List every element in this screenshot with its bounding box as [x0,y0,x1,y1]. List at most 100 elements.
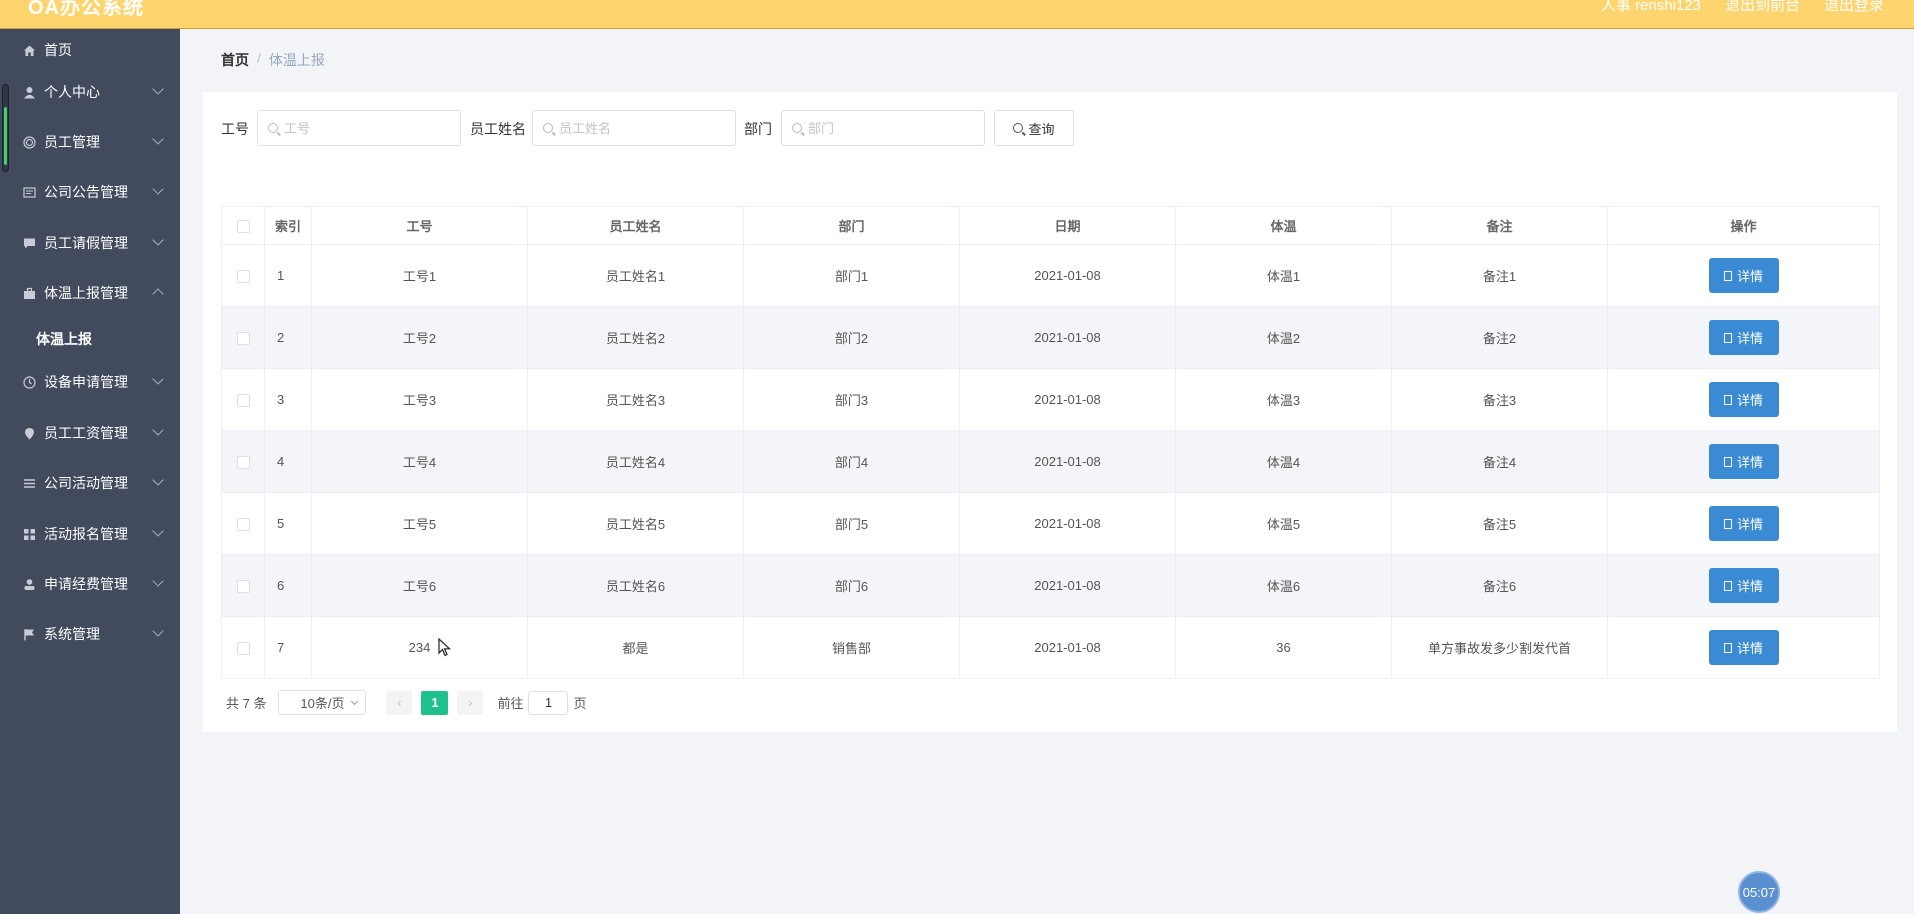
chevron-down-icon [152,525,164,537]
cell-temperature: 体温3 [1175,368,1392,431]
detail-button[interactable]: 详情 [1708,506,1779,541]
search-icon [543,123,553,133]
detail-button-label: 详情 [1736,393,1763,408]
cell-dept: 部门5 [743,492,960,555]
sidebar-item-label: 系统管理 [44,626,100,642]
table-header-row: 索引 工号 员工姓名 部门 日期 体温 备注 操作 [221,206,1880,245]
cell-dept: 部门4 [743,430,960,493]
cell-index: 2 [264,306,312,369]
current-user-text: 人事 renshi123 [1600,0,1701,14]
sidebar-item-temperature-mgmt[interactable]: 体温上报管理 [0,272,180,314]
pagination: 共 7 条 10条/页 ‹ 1 › 前往 页 [226,690,587,715]
chevron-down-icon [152,575,164,587]
cell-note: 备注3 [1391,368,1608,431]
home-icon [22,43,36,57]
select-all-checkbox[interactable] [236,220,250,234]
goto-label: 前往 [497,696,524,711]
detail-button-label: 详情 [1736,455,1763,470]
cell-note: 单方事故发多少割发代首 [1391,616,1608,679]
cell-index: 4 [264,430,312,493]
query-button[interactable]: 查询 [994,110,1074,146]
search-input-name[interactable] [559,120,709,136]
sidebar-item-system[interactable]: 系统管理 [0,613,180,655]
sidebar-item-equipment[interactable]: 设备申请管理 [0,361,180,403]
search-input-dept-wrapper[interactable] [781,110,985,146]
cell-dept: 部门3 [743,368,960,431]
cell-name: 员工姓名4 [527,430,744,493]
chat-icon [22,236,36,250]
sidebar-item-announcement[interactable]: 公司公告管理 [0,171,180,213]
sidebar-item-leave[interactable]: 员工请假管理 [0,222,180,264]
top-header: OA办公系统 人事 renshi123 退出到前台 退出登录 [0,0,1914,29]
breadcrumb-home[interactable]: 首页 [221,50,249,70]
search-input-id[interactable] [284,120,434,136]
detail-button-label: 详情 [1736,331,1763,346]
cell-dept: 部门6 [743,554,960,617]
detail-button[interactable]: 详情 [1708,568,1779,603]
cell-id: 工号6 [311,554,528,617]
clock-icon [22,375,36,389]
select-all-cell[interactable] [221,206,265,245]
sidebar-item-activity-signup[interactable]: 活动报名管理 [0,513,180,555]
chevron-down-icon [152,183,164,195]
back-to-frontend-link[interactable]: 退出到前台 [1725,0,1800,15]
sidebar-item-label: 活动报名管理 [44,526,128,542]
cell-dept: 部门1 [743,244,960,307]
cell-date: 2021-01-08 [959,244,1176,307]
cell-temperature: 体温6 [1175,554,1392,617]
sidebar-item-label: 公司活动管理 [44,475,128,491]
logout-link[interactable]: 退出登录 [1824,0,1884,15]
cell-temperature: 体温2 [1175,306,1392,369]
sidebar-item-personal-center[interactable]: 个人中心 [0,71,180,113]
row-checkbox[interactable] [236,580,250,594]
sidebar-item-activity[interactable]: 公司活动管理 [0,462,180,504]
goto-page-input[interactable] [528,690,569,715]
detail-button[interactable]: 详情 [1708,444,1779,479]
temperature-table: 索引 工号 员工姓名 部门 日期 体温 备注 操作 1 工号1 员工姓名1 部门… [221,206,1880,679]
search-icon [1013,123,1024,133]
sidebar-item-salary[interactable]: 员工工资管理 [0,412,180,454]
cell-id: 工号1 [311,244,528,307]
briefcase-icon [22,286,36,300]
row-checkbox[interactable] [236,456,250,470]
sidebar-subitem-temperature-report[interactable]: 体温上报 [0,318,180,360]
cell-date: 2021-01-08 [959,368,1176,431]
chevron-down-icon [152,625,164,637]
cell-name: 员工姓名6 [527,554,744,617]
sidebar-item-label: 员工管理 [44,134,100,150]
cell-temperature: 体温4 [1175,430,1392,493]
breadcrumb: 首页 / 体温上报 [221,50,325,70]
search-input-dept[interactable] [808,120,958,136]
document-icon [1723,518,1732,529]
detail-button-label: 详情 [1736,641,1763,656]
document-icon [1723,270,1732,281]
table-row: 3 工号3 员工姓名3 部门3 2021-01-08 体温3 备注3 详情 [221,368,1880,431]
detail-button[interactable]: 详情 [1708,258,1779,293]
page-size-select[interactable]: 10条/页 [278,690,367,715]
chevron-up-icon [152,288,164,300]
page-number-button[interactable]: 1 [421,690,449,715]
row-checkbox[interactable] [236,270,250,284]
search-input-id-wrapper[interactable] [257,110,461,146]
row-checkbox[interactable] [236,394,250,408]
cell-note: 备注2 [1391,306,1608,369]
row-checkbox[interactable] [236,518,250,532]
detail-button[interactable]: 详情 [1708,320,1779,355]
sidebar-item-funding[interactable]: 申请经费管理 [0,563,180,605]
detail-button[interactable]: 详情 [1708,630,1779,665]
search-input-name-wrapper[interactable] [532,110,736,146]
chevron-down-icon [152,234,164,246]
chevron-down-icon [351,697,359,706]
row-checkbox[interactable] [236,332,250,346]
next-page-button[interactable]: › [457,690,484,715]
sidebar-item-employee[interactable]: 员工管理 [0,121,180,163]
prev-page-button[interactable]: ‹ [386,690,413,715]
mouse-cursor-icon [438,637,452,661]
detail-button[interactable]: 详情 [1708,382,1779,417]
sidebar-item-home[interactable]: 首页 [0,29,180,71]
cell-id: 234 [311,616,528,679]
row-checkbox[interactable] [236,642,250,656]
query-button-label: 查询 [1028,121,1055,137]
sidebar-item-label: 员工工资管理 [44,425,128,441]
table-row: 7 234 都是 销售部 2021-01-08 36 单方事故发多少割发代首 详… [221,616,1880,679]
